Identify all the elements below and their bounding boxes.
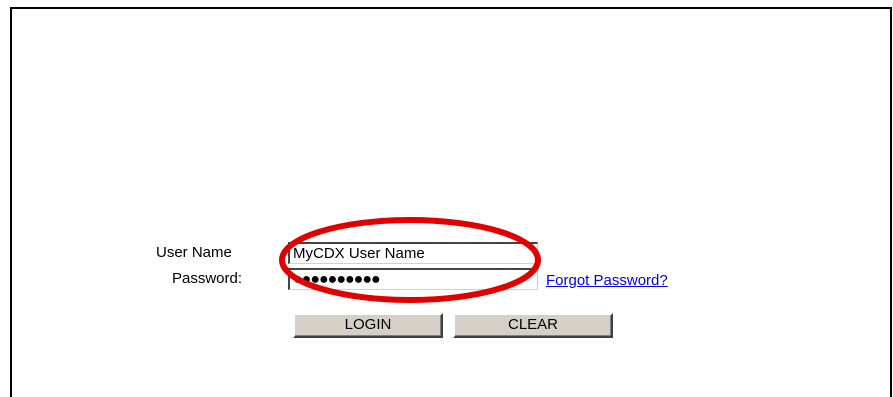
password-label: Password: [172,270,243,287]
clear-button[interactable]: CLEAR [453,313,613,338]
login-button[interactable]: LOGIN [293,313,443,338]
password-field[interactable]: ●●●●●●●●●● [288,268,538,290]
forgot-password-link[interactable]: Forgot Password? [546,272,668,289]
page-frame [10,7,892,397]
username-label: User Name [156,244,232,261]
username-field[interactable]: MyCDX User Name [288,242,538,264]
